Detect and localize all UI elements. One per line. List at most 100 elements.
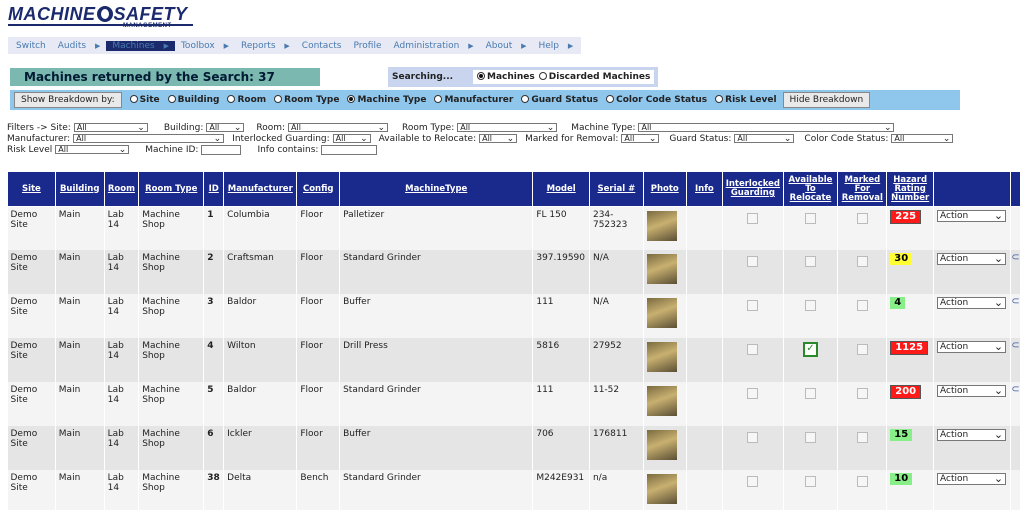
room-type-select[interactable]: All bbox=[457, 123, 558, 132]
column-header-serial[interactable]: Serial # bbox=[588, 171, 644, 207]
breakdown-option-room[interactable]: Room bbox=[227, 95, 266, 105]
nav-item-audits[interactable]: Audits ▶ bbox=[52, 41, 107, 51]
machine-photo[interactable] bbox=[646, 341, 677, 372]
removal-checkbox[interactable] bbox=[856, 475, 868, 487]
removal-select[interactable]: All bbox=[621, 134, 660, 143]
interlocked-checkbox[interactable] bbox=[747, 475, 759, 487]
action-select[interactable]: Action bbox=[937, 252, 1007, 265]
machine-id-input[interactable] bbox=[201, 144, 242, 155]
breakdown-option-risk-level[interactable]: Risk Level bbox=[715, 95, 777, 105]
column-header-room[interactable]: Room bbox=[103, 171, 140, 207]
relocate-checkbox[interactable] bbox=[804, 475, 816, 487]
removal-checkbox[interactable] bbox=[856, 387, 868, 399]
relocate-checked-icon[interactable]: ✓ bbox=[802, 341, 818, 357]
risk-level-select[interactable]: All bbox=[55, 145, 130, 154]
paperclip-icon[interactable]: ⊂ bbox=[1011, 252, 1019, 263]
column-header-interlocked-guarding[interactable]: Interlocked Guarding bbox=[722, 171, 784, 207]
relocate-checkbox[interactable] bbox=[804, 387, 816, 399]
column-header-manufacturer[interactable]: Manufacturer bbox=[223, 171, 298, 207]
column-header-machinetype[interactable]: MachineType bbox=[339, 171, 534, 207]
breakdown-option-guard-status[interactable]: Guard Status bbox=[521, 95, 598, 105]
nav-item-contacts[interactable]: Contacts bbox=[296, 41, 348, 51]
breakdown-option-site[interactable]: Site bbox=[129, 95, 160, 105]
paperclip-icon[interactable]: ⊂ bbox=[1011, 340, 1019, 351]
breakdown-option-room-type[interactable]: Room Type bbox=[274, 95, 339, 105]
interlocked-checkbox[interactable] bbox=[747, 431, 759, 443]
relocate-checkbox[interactable] bbox=[804, 431, 816, 443]
action-select[interactable]: Action bbox=[937, 384, 1007, 397]
removal-checkbox[interactable] bbox=[856, 343, 868, 355]
nav-item-machines[interactable]: Machines ▶ bbox=[106, 40, 175, 51]
interlocked-checkbox[interactable] bbox=[747, 299, 759, 311]
building-select[interactable]: All bbox=[206, 123, 245, 132]
column-header-room-type[interactable]: Room Type bbox=[138, 171, 205, 207]
column-header-available-to-relocate[interactable]: Available To Relocate bbox=[782, 171, 839, 207]
interlocked-select[interactable]: All bbox=[332, 134, 371, 143]
site-select[interactable]: All bbox=[73, 123, 148, 132]
table-row[interactable]: Demo Site Main Lab 14 Machine Shop 38 Delta Be… bbox=[7, 469, 1021, 510]
column-header-site[interactable]: Site bbox=[7, 171, 56, 207]
breakdown-option-building[interactable]: Building bbox=[167, 95, 219, 105]
breakdown-option-manufacturer[interactable]: Manufacturer bbox=[434, 95, 513, 105]
paperclip-icon[interactable]: ⊂ bbox=[1011, 384, 1019, 395]
action-select[interactable]: Action bbox=[937, 340, 1007, 353]
nav-item-about[interactable]: About ▶ bbox=[480, 41, 533, 51]
nav-item-reports[interactable]: Reports ▶ bbox=[235, 41, 296, 51]
column-header-marked-for-removal[interactable]: Marked For Removal bbox=[837, 171, 888, 207]
column-header-building[interactable]: Building bbox=[54, 171, 105, 207]
hide-breakdown-button[interactable]: Hide Breakdown bbox=[782, 92, 871, 108]
nav-item-administration[interactable]: Administration ▶ bbox=[387, 41, 479, 51]
removal-checkbox[interactable] bbox=[856, 213, 868, 224]
table-row[interactable]: Demo Site Main Lab 14 Machine Shop 6 Ickler Fl… bbox=[7, 425, 1021, 470]
interlocked-checkbox[interactable] bbox=[747, 213, 759, 224]
manufacturer-select[interactable]: All bbox=[73, 134, 225, 143]
relocate-select[interactable]: All bbox=[479, 134, 518, 143]
app-logo[interactable]: MACHINE SAFETY MANAGEMENT bbox=[8, 4, 188, 30]
paperclip-icon[interactable]: ⊂ bbox=[1011, 296, 1019, 307]
radio-discarded[interactable]: Discarded Machines bbox=[538, 72, 650, 82]
table-row[interactable]: Demo Site Main Lab 14 Machine Shop 3 Baldor Fl… bbox=[7, 293, 1021, 338]
info-contains-input[interactable] bbox=[321, 144, 378, 155]
interlocked-checkbox[interactable] bbox=[747, 255, 759, 267]
relocate-checkbox[interactable] bbox=[804, 299, 816, 311]
machine-type-select[interactable]: All bbox=[638, 123, 895, 132]
removal-checkbox[interactable] bbox=[856, 299, 868, 311]
interlocked-checkbox[interactable] bbox=[747, 343, 759, 355]
breakdown-option-machine-type[interactable]: Machine Type bbox=[347, 95, 426, 105]
column-header-photo[interactable]: Photo bbox=[642, 171, 687, 207]
interlocked-checkbox[interactable] bbox=[747, 387, 759, 399]
machine-photo[interactable] bbox=[646, 429, 677, 460]
table-row[interactable]: Demo Site Main Lab 14 Machine Shop 1 Columbia… bbox=[7, 206, 1021, 250]
machine-photo[interactable] bbox=[646, 211, 677, 241]
nav-item-toolbox[interactable]: Toolbox ▶ bbox=[175, 41, 235, 51]
action-select[interactable]: Action bbox=[937, 472, 1007, 485]
room-select[interactable]: All bbox=[288, 123, 389, 132]
action-select[interactable]: Action bbox=[937, 210, 1007, 222]
column-header-config[interactable]: Config bbox=[296, 171, 341, 207]
nav-item-profile[interactable]: Profile bbox=[348, 41, 388, 51]
machine-photo[interactable] bbox=[646, 253, 677, 284]
column-header-model[interactable]: Model bbox=[532, 171, 590, 207]
machine-photo[interactable] bbox=[646, 385, 677, 416]
show-breakdown-button[interactable]: Show Breakdown by: bbox=[14, 92, 122, 108]
removal-checkbox[interactable] bbox=[856, 431, 868, 443]
action-select[interactable]: Action bbox=[937, 296, 1007, 309]
removal-checkbox[interactable] bbox=[856, 255, 868, 267]
guard-status-select[interactable]: All bbox=[734, 134, 795, 143]
breakdown-option-color-code-status[interactable]: Color Code Status bbox=[606, 95, 707, 105]
column-header-hazard-rating-number[interactable]: Hazard Rating Number bbox=[886, 171, 935, 207]
machine-photo[interactable] bbox=[646, 473, 677, 504]
radio-machines[interactable]: Machines bbox=[477, 72, 535, 82]
column-header-info[interactable]: Info bbox=[685, 171, 724, 207]
relocate-checkbox[interactable] bbox=[804, 213, 816, 224]
machine-photo[interactable] bbox=[646, 297, 677, 328]
action-select[interactable]: Action bbox=[937, 428, 1007, 441]
column-header-id[interactable]: ID bbox=[203, 171, 225, 207]
table-row[interactable]: Demo Site Main Lab 14 Machine Shop 5 Baldor Fl… bbox=[7, 381, 1021, 426]
nav-item-help[interactable]: Help ▶ bbox=[532, 41, 579, 51]
nav-item-switch[interactable]: Switch bbox=[10, 41, 52, 51]
table-row[interactable]: Demo Site Main Lab 14 Machine Shop 2 Craftsma… bbox=[7, 249, 1021, 294]
color-code-select[interactable]: All bbox=[891, 134, 954, 143]
relocate-checkbox[interactable] bbox=[804, 255, 816, 267]
table-row[interactable]: Demo Site Main Lab 14 Machine Shop 4 Wilton Fl… bbox=[7, 337, 1021, 382]
